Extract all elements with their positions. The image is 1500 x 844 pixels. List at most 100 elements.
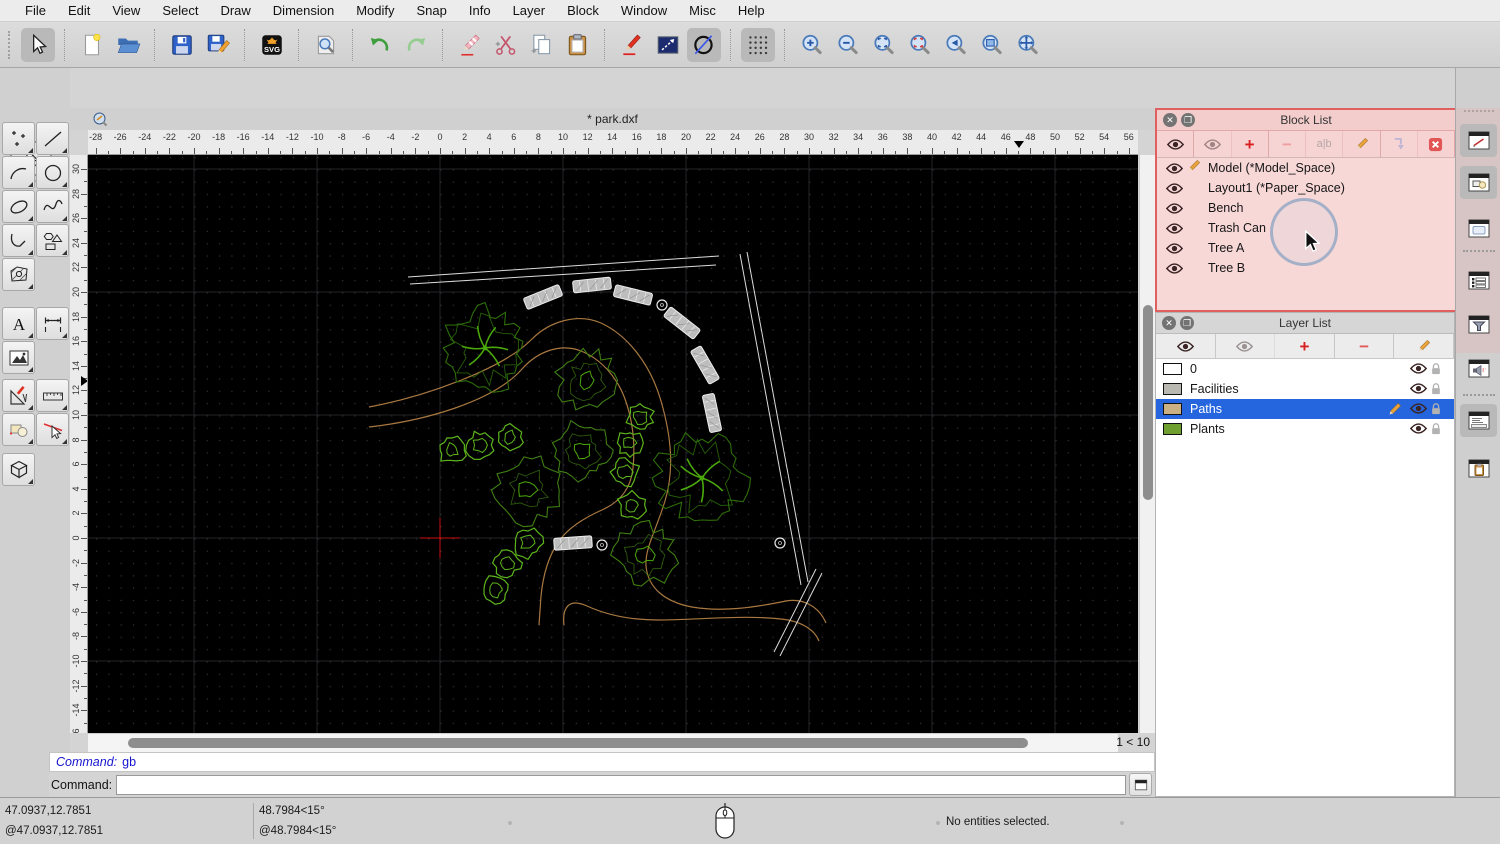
circle-tool-button[interactable] <box>36 156 69 189</box>
layer-row[interactable]: Paths <box>1156 399 1454 419</box>
zoom-window-button[interactable] <box>975 28 1009 62</box>
print-preview-button[interactable] <box>309 28 343 62</box>
visibility-eye-icon[interactable] <box>1165 262 1184 274</box>
pen-dock-toggle-button[interactable] <box>1460 124 1497 157</box>
polygon-shapes-tool-button[interactable] <box>36 224 69 257</box>
menu-block[interactable]: Block <box>556 3 610 18</box>
library-dock-toggle-button[interactable] <box>1460 212 1497 245</box>
visibility-eye-icon[interactable] <box>1165 222 1184 234</box>
zoom-previous-view-button[interactable] <box>903 28 937 62</box>
visibility-eye-icon[interactable] <box>1165 242 1184 254</box>
layer-eye-button[interactable] <box>1216 334 1276 358</box>
layer-minus-button[interactable]: − <box>1335 334 1395 358</box>
horizontal-scrollbar-thumb[interactable] <box>128 738 1028 748</box>
layer-row[interactable]: 0 <box>1156 359 1454 379</box>
deselect-tool-button[interactable] <box>36 413 69 446</box>
vertical-scrollbar[interactable] <box>1139 155 1155 733</box>
block-redx-button[interactable] <box>1417 131 1455 157</box>
zoom-in-button[interactable] <box>795 28 829 62</box>
visibility-eye-icon[interactable] <box>1409 422 1428 435</box>
eraser-button[interactable] <box>453 28 487 62</box>
layer-row[interactable]: Facilities <box>1156 379 1454 399</box>
points-tool-button[interactable] <box>2 122 35 155</box>
text-tool-button[interactable]: A <box>2 307 35 340</box>
grid-toggle-button[interactable] <box>741 27 775 62</box>
menu-edit[interactable]: Edit <box>57 3 101 18</box>
block-row[interactable]: Layout1 (*Paper_Space) <box>1157 178 1455 198</box>
horizontal-scrollbar[interactable] <box>88 733 1118 752</box>
layer-row[interactable]: Plants <box>1156 419 1454 439</box>
visibility-eye-icon[interactable] <box>1409 362 1428 375</box>
clipboard-dock-toggle-button[interactable] <box>1460 452 1497 485</box>
notify-dock-toggle-button[interactable] <box>1460 352 1497 385</box>
menu-select[interactable]: Select <box>151 3 209 18</box>
relative-zero-button[interactable] <box>651 28 685 62</box>
solid-3d-tool-button[interactable] <box>2 453 35 486</box>
zoom-pan-button[interactable] <box>1011 28 1045 62</box>
menu-view[interactable]: View <box>101 3 151 18</box>
new-file-button[interactable] <box>75 28 109 62</box>
save-as-button[interactable] <box>201 28 235 62</box>
menu-info[interactable]: Info <box>458 3 502 18</box>
polyline-tool-button[interactable] <box>2 224 35 257</box>
block-ab-button[interactable]: a|b <box>1306 131 1344 157</box>
lock-icon[interactable] <box>1430 362 1446 375</box>
menu-layer[interactable]: Layer <box>502 3 557 18</box>
zoom-auto-button[interactable] <box>867 28 901 62</box>
command-input[interactable] <box>116 774 1126 795</box>
block-eye-button[interactable] <box>1157 131 1195 157</box>
layer-plus-button[interactable]: + <box>1275 334 1335 358</box>
vertical-scrollbar-thumb[interactable] <box>1143 305 1153 500</box>
zoom-out-button[interactable] <box>831 28 865 62</box>
filter-dock-toggle-button[interactable] <box>1460 308 1497 341</box>
visibility-eye-icon[interactable] <box>1409 402 1428 415</box>
measure-tool-button[interactable] <box>36 379 69 412</box>
ellipse-tool-button[interactable] <box>2 190 35 223</box>
visibility-eye-icon[interactable] <box>1409 382 1428 395</box>
menu-misc[interactable]: Misc <box>678 3 727 18</box>
lock-icon[interactable] <box>1430 382 1446 395</box>
block-dock-toggle-button[interactable] <box>1460 166 1497 199</box>
paste-button[interactable] <box>561 28 595 62</box>
cut-button[interactable] <box>489 28 523 62</box>
spline-tool-button[interactable] <box>36 190 69 223</box>
line-tool-button[interactable] <box>36 122 69 155</box>
visibility-eye-icon[interactable] <box>1165 162 1184 174</box>
svg-export-button[interactable]: SVG <box>255 28 289 62</box>
visibility-eye-icon[interactable] <box>1165 182 1184 194</box>
menu-dimension[interactable]: Dimension <box>262 3 345 18</box>
block-minus-button[interactable]: − <box>1268 131 1306 157</box>
menu-draw[interactable]: Draw <box>209 3 261 18</box>
select-cursor-button[interactable] <box>21 27 55 62</box>
lock-icon[interactable] <box>1430 422 1446 435</box>
lock-icon[interactable] <box>1430 402 1446 415</box>
redo-button[interactable] <box>399 28 433 62</box>
menu-help[interactable]: Help <box>727 3 776 18</box>
hatch-tool-button[interactable] <box>2 258 35 291</box>
arc-tool-button[interactable] <box>2 156 35 189</box>
dimension-tool-button[interactable] <box>36 307 69 340</box>
menu-modify[interactable]: Modify <box>345 3 405 18</box>
block-insert-button[interactable] <box>1380 131 1418 157</box>
command-widget-toggle-button[interactable] <box>1129 773 1152 796</box>
layer-eye-button[interactable] <box>1156 334 1216 358</box>
command-dock-toggle-button[interactable] <box>1460 404 1497 437</box>
modify-tool-button[interactable] <box>2 379 35 412</box>
pen-button[interactable] <box>615 28 649 62</box>
block-plus-button[interactable]: + <box>1231 131 1269 157</box>
visibility-eye-icon[interactable] <box>1165 202 1184 214</box>
draft-mode-button[interactable] <box>687 27 721 62</box>
block-pencil-button[interactable] <box>1343 131 1381 157</box>
menu-file[interactable]: File <box>14 3 57 18</box>
drawing-canvas[interactable] <box>88 155 1138 733</box>
open-folder-button[interactable] <box>111 28 145 62</box>
save-button[interactable] <box>165 28 199 62</box>
block-row[interactable]: Model (*Model_Space) <box>1157 158 1455 178</box>
layer-pencil-button[interactable] <box>1394 334 1454 358</box>
image-tool-button[interactable] <box>2 341 35 374</box>
list-dock-toggle-button[interactable] <box>1460 264 1497 297</box>
menu-snap[interactable]: Snap <box>406 3 458 18</box>
undo-button[interactable] <box>363 28 397 62</box>
copy-button[interactable] <box>525 28 559 62</box>
zoom-back-button[interactable] <box>939 28 973 62</box>
